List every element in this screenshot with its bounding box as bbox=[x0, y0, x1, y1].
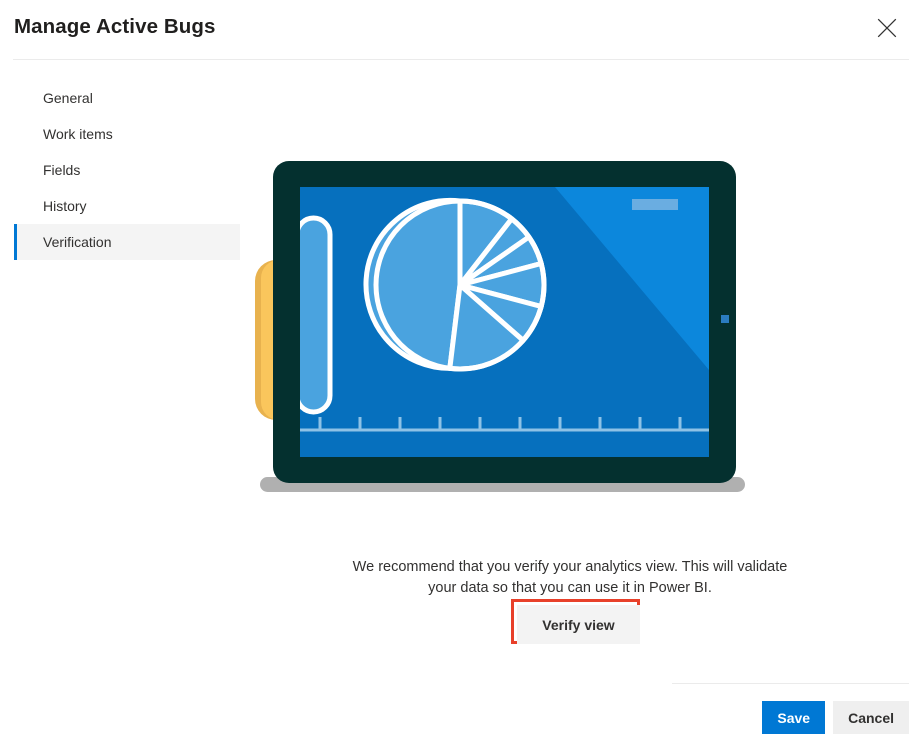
dialog-footer: Save Cancel bbox=[762, 701, 909, 734]
cancel-button[interactable]: Cancel bbox=[833, 701, 909, 734]
footer-divider bbox=[672, 683, 909, 684]
dialog-header: Manage Active Bugs bbox=[0, 0, 922, 59]
tablet-screen bbox=[300, 187, 709, 457]
sidebar-item-work-items[interactable]: Work items bbox=[14, 116, 240, 152]
analytics-tablet-illustration bbox=[255, 155, 910, 500]
header-divider bbox=[13, 59, 909, 60]
save-button[interactable]: Save bbox=[762, 701, 826, 734]
sidebar-item-label: General bbox=[43, 90, 93, 106]
sidebar-nav: General Work items Fields History Verifi… bbox=[0, 80, 255, 260]
main-panel: We recommend that you verify your analyt… bbox=[255, 80, 922, 670]
verify-view-annotation: Verify view bbox=[511, 599, 640, 644]
sidebar-item-general[interactable]: General bbox=[14, 80, 240, 116]
sidebar-item-fields[interactable]: Fields bbox=[14, 152, 240, 188]
close-button[interactable] bbox=[865, 8, 909, 48]
verify-view-button[interactable]: Verify view bbox=[517, 605, 640, 644]
close-icon bbox=[876, 17, 898, 39]
vertical-pill bbox=[300, 215, 333, 415]
verify-message: We recommend that you verify your analyt… bbox=[352, 558, 788, 596]
sidebar-item-label: Fields bbox=[43, 162, 81, 178]
sidebar-item-label: History bbox=[43, 198, 87, 214]
sidebar-item-history[interactable]: History bbox=[14, 188, 240, 224]
sidebar-item-verification[interactable]: Verification bbox=[14, 224, 240, 260]
sidebar-item-label: Verification bbox=[43, 234, 112, 250]
sidebar-item-label: Work items bbox=[43, 126, 113, 142]
pie-chart bbox=[363, 197, 547, 372]
page-title: Manage Active Bugs bbox=[14, 15, 216, 38]
